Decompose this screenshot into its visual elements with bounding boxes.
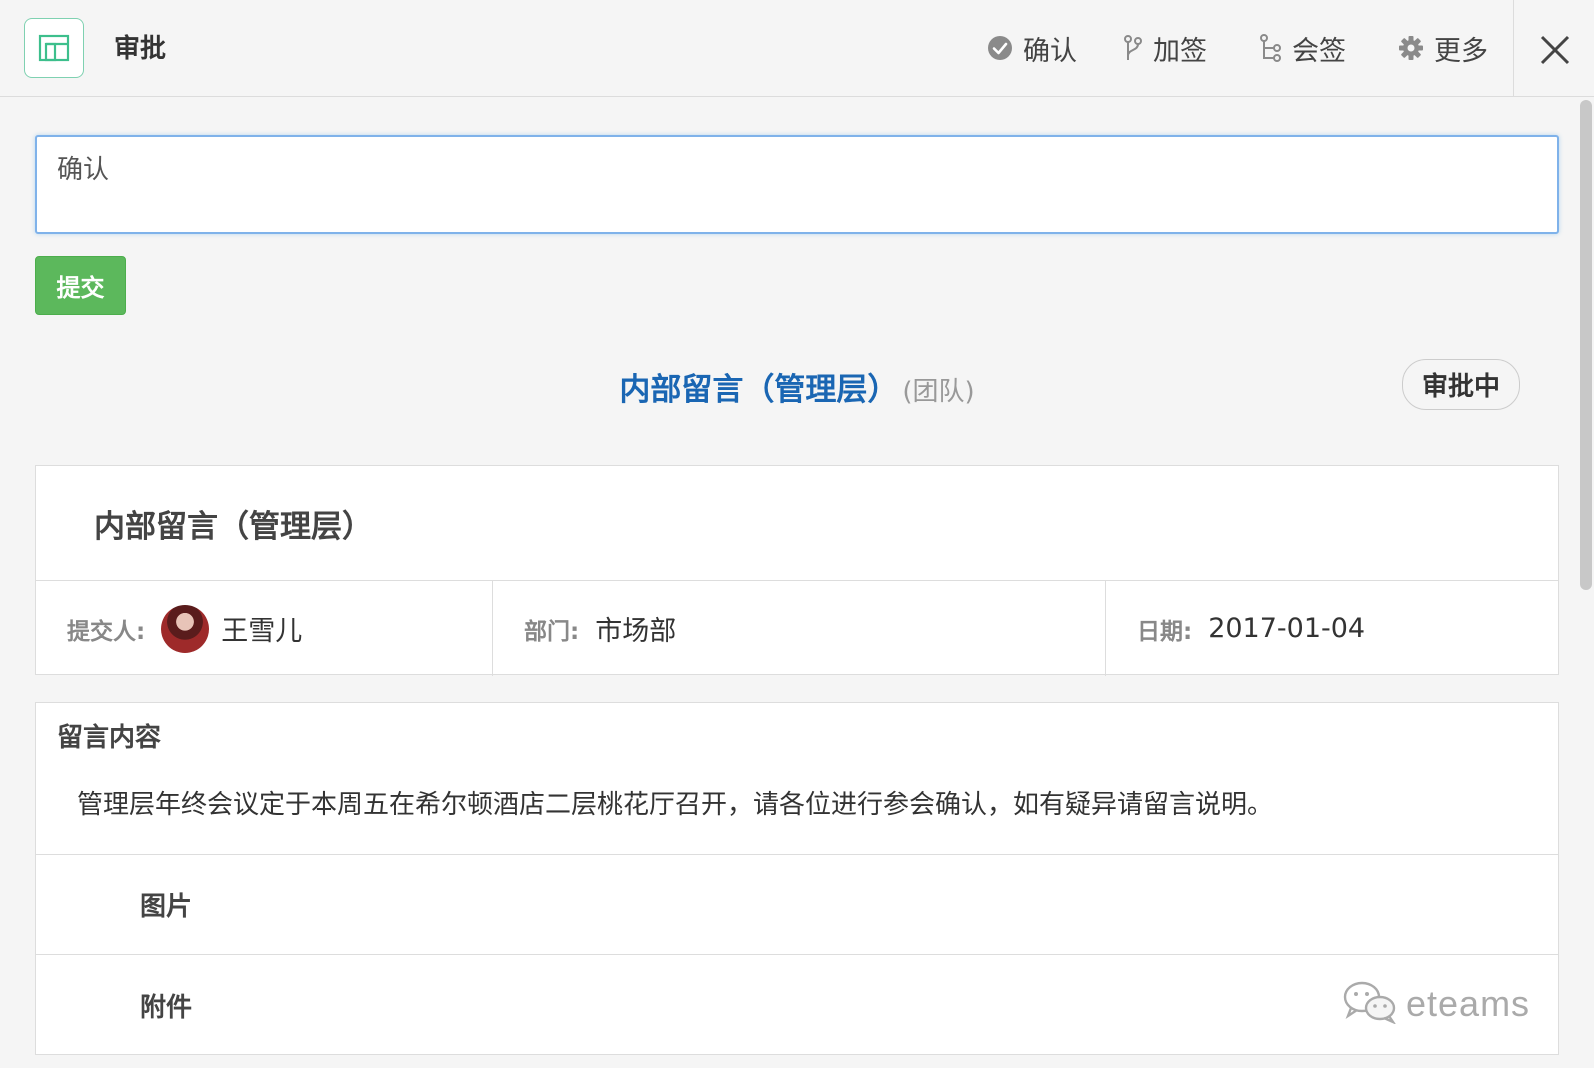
date-label: 日期: — [1137, 618, 1193, 645]
layout-icon — [24, 18, 84, 78]
confirm-action-label: 确认 — [1023, 35, 1077, 67]
more-action-button[interactable]: 更多 — [1398, 26, 1488, 70]
message-text: 管理层年终会议定于本周五在希尔顿酒店二层桃花厅召开，请各位进行参会确认，如有疑异… — [77, 790, 1274, 820]
close-icon[interactable] — [1535, 30, 1575, 70]
countersign-action-label: 会签 — [1292, 35, 1346, 67]
images-row: 图片 — [36, 855, 1558, 955]
submitter-cell: 提交人: 王雪儿 — [36, 581, 493, 676]
add-signer-action-button[interactable]: 加签 — [1123, 26, 1207, 70]
message-block: 留言内容 管理层年终会议定于本周五在希尔顿酒店二层桃花厅召开，请各位进行参会确认… — [36, 703, 1558, 855]
images-label: 图片 — [140, 892, 193, 922]
department-value: 市场部 — [595, 616, 677, 647]
comment-box: 确认 — [35, 135, 1559, 234]
meta-row: 提交人: 王雪儿 部门: 市场部 日期: 2017-01-04 — [36, 581, 1558, 676]
check-circle-icon — [987, 35, 1013, 61]
gear-icon — [1398, 35, 1424, 61]
wechat-icon — [1342, 980, 1400, 1028]
submitter-label: 提交人: — [67, 618, 146, 645]
submit-button[interactable]: 提交 — [35, 256, 126, 315]
panel-title: 内部留言（管理层） — [36, 466, 1558, 581]
date-value: 2017-01-04 — [1208, 613, 1366, 644]
header-divider — [1513, 0, 1514, 97]
more-action-label: 更多 — [1434, 35, 1488, 67]
content-panel: 留言内容 管理层年终会议定于本周五在希尔顿酒店二层桃花厅召开，请各位进行参会确认… — [35, 702, 1559, 1055]
comment-input[interactable]: 确认 — [37, 137, 1557, 232]
submitter-name[interactable]: 王雪儿 — [221, 609, 302, 648]
status-badge: 审批中 — [1402, 359, 1520, 410]
confirm-action-button[interactable]: 确认 — [987, 26, 1077, 70]
form-info-panel: 内部留言（管理层） 提交人: 王雪儿 部门: 市场部 日期: 2017-01-0… — [35, 465, 1559, 676]
department-cell: 部门: 市场部 — [493, 581, 1106, 676]
department-label: 部门: — [524, 618, 580, 645]
attachments-row: 附件 — [36, 955, 1558, 1055]
content-heading: 留言内容 — [57, 723, 162, 753]
watermark-text: eteams — [1406, 983, 1531, 1024]
form-scope-text: (团队) — [902, 377, 975, 407]
flow-icon — [1260, 34, 1282, 62]
page-title: 审批 — [114, 34, 167, 64]
top-bar: 审批 确认 加签 会签 更多 — [0, 0, 1594, 97]
countersign-action-button[interactable]: 会签 — [1260, 26, 1346, 70]
watermark: eteams — [1342, 980, 1530, 1028]
form-title-text: 内部留言（管理层） — [619, 372, 899, 408]
attachments-label: 附件 — [140, 992, 193, 1023]
date-cell: 日期: 2017-01-04 — [1106, 581, 1558, 676]
scrollbar[interactable] — [1580, 100, 1592, 590]
form-title: 内部留言（管理层） (团队) — [0, 364, 1594, 409]
add-signer-action-label: 加签 — [1153, 35, 1207, 67]
avatar — [161, 604, 210, 653]
branch-icon — [1123, 34, 1143, 62]
